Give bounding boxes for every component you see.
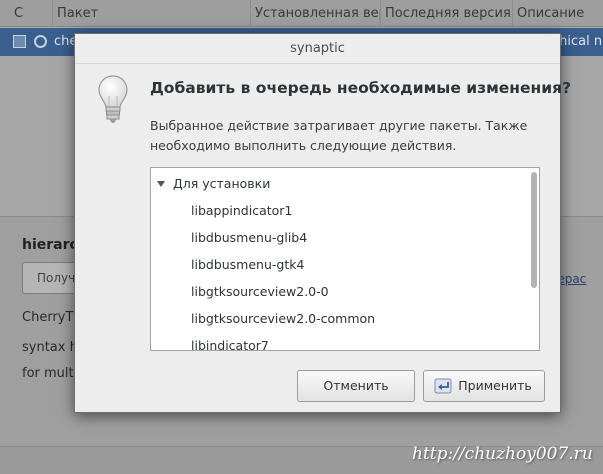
column-latest-version[interactable]: Последняя версия	[380, 0, 512, 27]
changes-tree[interactable]: Для установки libappindicator1 libdbusme…	[150, 167, 540, 351]
column-package[interactable]: Пакет	[52, 0, 250, 27]
watermark: http://chuzhoy007.ru	[412, 444, 593, 464]
description-line-1: CherryT	[22, 310, 74, 325]
column-status[interactable]: С	[0, 0, 30, 27]
tree-group-label: Для установки	[173, 176, 271, 191]
list-item[interactable]: libappindicator1	[151, 197, 523, 224]
description-title: hierarc	[22, 237, 78, 253]
apply-button[interactable]: Применить	[423, 370, 545, 402]
column-installed-version[interactable]: Установленная вер	[250, 0, 380, 27]
get-screenshot-button[interactable]: Получ	[22, 262, 82, 294]
description-line-2: syntax h	[22, 340, 78, 355]
list-item[interactable]: libindicator7	[151, 332, 523, 350]
row-checkbox[interactable]	[13, 35, 26, 48]
list-item[interactable]: libdbusmenu-glib4	[151, 224, 523, 251]
cancel-button[interactable]: Отменить	[297, 370, 415, 402]
list-item[interactable]: libgtksourceview2.0-0	[151, 278, 523, 305]
tree-group-row[interactable]: Для установки	[151, 170, 523, 197]
lightbulb-icon	[98, 75, 128, 123]
package-status-icon	[34, 35, 47, 48]
triangle-down-icon[interactable]	[157, 181, 165, 187]
list-item[interactable]: libdbusmenu-gtk4	[151, 251, 523, 278]
apply-arrow-icon	[434, 378, 452, 394]
package-table-header: С Пакет Установленная вер Последняя верс…	[0, 0, 603, 27]
apply-label: Применить	[458, 378, 532, 393]
dialog-heading: Добавить в очередь необходимые изменения…	[150, 79, 572, 97]
tree-scrollbar[interactable]	[531, 172, 537, 288]
confirm-changes-dialog: synaptic Добавить в очередь необходимые …	[74, 33, 571, 413]
dialog-title: synaptic	[75, 34, 560, 64]
dialog-message: Выбранное действие затрагивает другие па…	[150, 118, 528, 153]
description-line-3: for mult	[22, 366, 74, 381]
list-item[interactable]: libgtksourceview2.0-common	[151, 305, 523, 332]
column-description[interactable]: Описание	[512, 0, 603, 27]
